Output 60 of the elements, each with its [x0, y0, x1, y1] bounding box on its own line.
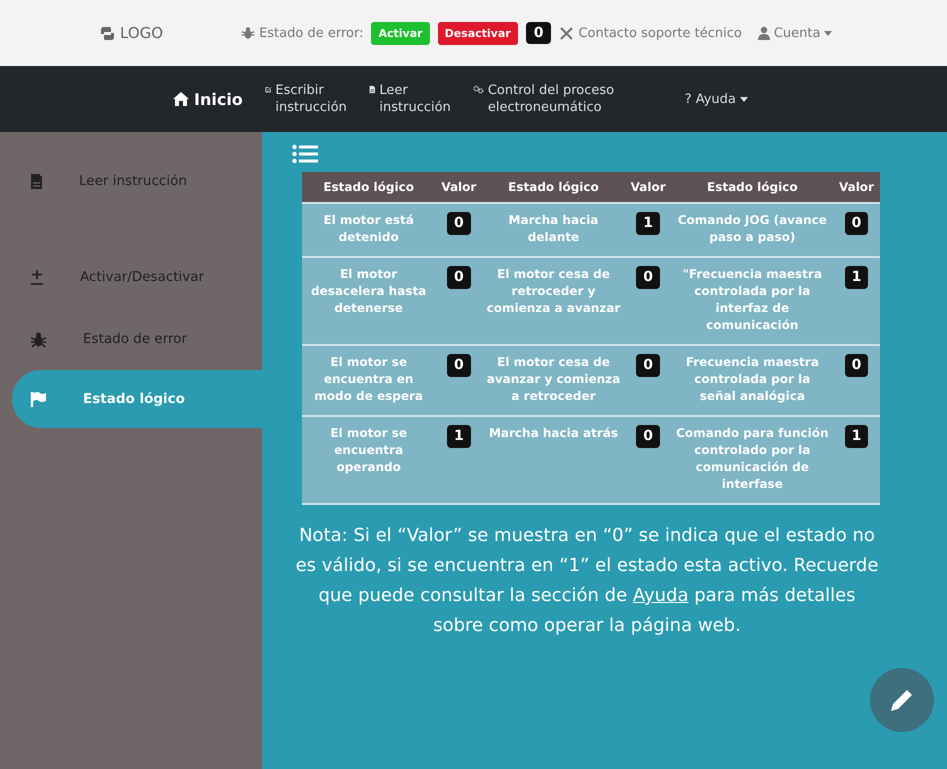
note-text: Nota: Si el “Valor” se muestra en “0” se indica que el estado no es válido, si se encuentra en “1” el estado esta activo. Recuerde que puede consultar la sección de Ayuda para más detalles sobre como operar la página web. — [294, 524, 880, 638]
column-header: Valor — [435, 172, 482, 203]
value-badge: 0 — [636, 354, 660, 377]
value-badge: 0 — [446, 266, 471, 289]
sidebar-item[interactable]: Leer instrucción — [0, 150, 262, 212]
value-badge: 0 — [636, 425, 660, 448]
value-badge: 1 — [844, 266, 868, 289]
bug-icon — [241, 26, 256, 40]
column-header: Estado lógico — [482, 172, 625, 203]
caret-icon — [740, 96, 748, 102]
account-menu[interactable]: Cuenta — [774, 26, 820, 40]
deactivate-button[interactable]: Desactivar — [438, 22, 518, 44]
value-badge: 0 — [844, 354, 868, 377]
nav-item[interactable]: Inicio — [172, 90, 243, 108]
value-badge: 0 — [446, 354, 471, 377]
support-link[interactable]: Contacto soporte técnico — [578, 26, 742, 40]
table-cell: Frecuencia maestra controlada por la señal analógica — [672, 345, 833, 416]
column-header: Estado lógico — [672, 172, 833, 203]
question-icon: ? — [684, 90, 692, 108]
table-cell: El motor desacelera hasta detenerse — [302, 257, 436, 345]
table-cell: Comando para función controlado por la comunicación de interfase — [672, 416, 833, 504]
list-icon[interactable] — [292, 144, 318, 164]
table-cell: El motor se encuentra operando — [302, 416, 436, 504]
value-badge: 0 — [844, 212, 868, 235]
plus-minus-icon — [30, 268, 44, 286]
nav-item[interactable]: ? Ayuda — [684, 90, 748, 108]
nav-item[interactable]: Escribir instrucción — [264, 82, 347, 116]
value-badge: 0 — [446, 212, 471, 235]
logo[interactable]: LOGO — [100, 24, 164, 42]
column-header: Estado lógico — [302, 172, 436, 203]
value-badge: 1 — [446, 425, 471, 448]
user-icon — [758, 26, 770, 40]
table-cell: El motor está detenido — [302, 203, 436, 257]
error-count-badge: 0 — [526, 22, 552, 44]
error-status-label: Estado de error: — [259, 26, 364, 40]
sidebar-item[interactable]: Estado de error — [0, 308, 262, 370]
table-cell: El motor cesa de retroceder y comienza a avanzar — [482, 257, 625, 345]
logo-icon — [100, 26, 115, 40]
column-header: Valor — [832, 172, 880, 203]
table-cell: Marcha hacia delante — [482, 203, 625, 257]
bug-icon — [30, 330, 47, 348]
table-cell: El motor se encuentra en modo de espera — [302, 345, 436, 416]
column-header: Valor — [624, 172, 672, 203]
table-cell: Comando JOG (avance paso a paso) — [672, 203, 833, 257]
flag-icon — [30, 390, 47, 408]
activate-button[interactable]: Activar — [371, 22, 430, 44]
sidebar-item[interactable]: Activar/Desactivar — [0, 246, 262, 308]
sidebar-item[interactable]: Estado lógico — [12, 370, 262, 428]
nav-item[interactable]: Leer instrucción — [368, 82, 451, 116]
value-badge: 1 — [844, 425, 868, 448]
value-badge: 0 — [636, 266, 660, 289]
table-cell: Marcha hacia atrás — [482, 416, 625, 504]
caret-icon — [824, 30, 832, 36]
table-cell: El motor cesa de avanzar y comienza a retroceder — [482, 345, 625, 416]
document-icon — [30, 172, 43, 190]
home-icon — [172, 91, 190, 107]
nav-item[interactable]: Control del proceso electroneumático — [472, 82, 623, 116]
value-badge: 1 — [636, 212, 660, 235]
help-link[interactable]: Ayuda — [632, 585, 688, 606]
table-cell: "Frecuencia maestra controlada por la interfaz de comunicación — [672, 257, 833, 345]
